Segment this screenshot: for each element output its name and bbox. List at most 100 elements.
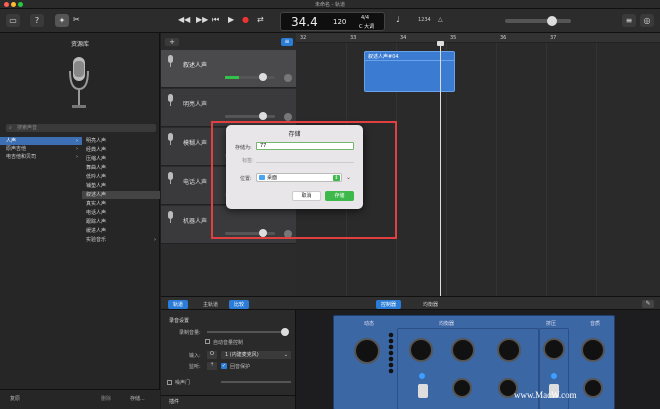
compressor-light[interactable] [551,373,557,379]
add-track-button[interactable]: + [165,38,179,46]
category-acoustic-guitar[interactable]: 原声吉他 › [6,145,82,153]
dynamics-knob[interactable] [354,338,380,364]
library-panel: 资源库 ⌕ 搜索声音 人声 › 原声吉他 › 电吉他和贝司 › 明亮人声 经典人声 压… [0,33,160,409]
microphone-track-icon [164,133,177,146]
library-item[interactable]: 铺垫人声 [86,182,106,190]
library-toggle-button[interactable]: ▭ [6,14,20,27]
recording-settings: 录音设置 录制音量: 自动音量控制 输入: O 1 (内建麦克风) ⌄ 监听: ⇡… [161,310,296,409]
panel-header: 挤压 [546,321,557,327]
metronome-icon[interactable]: △ [438,16,443,23]
eq-toggle-switch[interactable] [418,384,428,398]
track-name: 机器人声 [183,218,208,225]
input-channel-button[interactable]: O [207,351,217,359]
library-title: 资源库 [70,41,89,48]
eq-toggle-light[interactable] [419,373,425,379]
ruler-tick: 33 [350,35,357,41]
volume-knob[interactable] [259,112,267,120]
rewind-button[interactable]: ◀◀ [178,15,190,25]
chevron-right-icon: › [76,138,78,144]
grid-line [496,43,497,296]
playhead-handle[interactable] [437,41,444,46]
microphone-track-icon [164,55,177,68]
library-item[interactable]: 明亮人声 [86,137,106,145]
ruler-tick: 36 [500,35,507,41]
title-bar: 未命名 - 轨道 [0,0,660,9]
eq-mid-freq-knob[interactable] [452,378,472,398]
library-item[interactable]: 实验音乐 › [86,236,160,244]
notepad-button[interactable]: ≡ [622,14,636,27]
library-item[interactable]: 经典人声 [86,146,106,154]
category-vocals[interactable]: 人声 › [0,137,82,145]
track-name: 叙述人声 [183,62,208,69]
tuner-icon[interactable]: ♩ [396,15,400,25]
output-knob[interactable] [581,338,605,362]
track-volume-slider[interactable] [225,112,275,120]
volume-knob[interactable] [547,16,557,26]
tab-master-track[interactable]: 主轨道 [203,301,218,308]
track-row[interactable]: 叙述人声 [161,50,296,88]
go-to-start-button[interactable]: ⏮ [212,15,219,25]
search-placeholder: 搜索声音 [17,125,38,131]
feedback-label: 回音保护 [230,364,251,370]
track-name: 模糊人声 [183,140,208,147]
category-electric-guitar-bass[interactable]: 电吉他和贝司 › [6,153,82,161]
library-item-selected[interactable]: 叙述人声 [82,191,160,199]
save-button[interactable]: 存储... [130,395,145,402]
pan-knob[interactable] [284,113,292,121]
library-item-label: 实验音乐 [86,237,107,243]
compressor-knob[interactable] [543,338,565,360]
library-item[interactable]: 低吟人声 [86,173,106,181]
key-display: C 大调 [359,24,375,30]
track-volume-slider[interactable] [225,73,275,81]
revert-button[interactable]: 复原 [10,395,20,402]
pan-knob[interactable] [284,74,292,82]
eq-mid-knob[interactable] [451,338,475,362]
tab-track[interactable]: 轨道 [168,300,189,309]
info-button[interactable]: ✎ [642,300,654,308]
library-item[interactable]: 缓进人声 [86,227,106,235]
level-meter [225,76,239,79]
volume-knob[interactable] [259,73,267,81]
playhead[interactable] [440,41,441,296]
library-item[interactable]: 舞曲人声 [86,164,106,172]
eq-high-knob[interactable] [497,338,521,362]
library-item[interactable]: 压缩人声 [86,155,106,163]
play-button[interactable]: ▶ [228,15,234,25]
ruler[interactable]: 32 33 34 35 36 37 [296,33,660,43]
tab-compare[interactable]: 比较 [229,300,250,309]
tab-eq[interactable]: 均衡器 [423,301,438,308]
audio-region[interactable]: 叙述人声#04 [364,51,455,92]
watermark-text: www.MacW.com [514,390,577,400]
smart-tempo-button[interactable]: ≡ [281,38,293,46]
library-item[interactable]: 电话人声 [86,209,106,217]
slider-knob[interactable] [281,328,289,336]
help-button[interactable]: ? [30,14,44,27]
fast-forward-button[interactable]: ▶▶ [196,15,208,25]
grid-line [546,43,547,296]
scissors-icon[interactable]: ✂ [73,15,80,25]
eq-low-knob[interactable] [409,338,433,362]
input-select[interactable]: 1 (内建麦克风) ⌄ [221,351,291,359]
record-button[interactable]: ● [242,15,249,25]
window-title: 未命名 - 轨道 [315,2,345,8]
reverb-knob[interactable] [583,378,603,398]
library-search-field[interactable]: ⌕ 搜索声音 [6,124,156,132]
auto-level-checkbox[interactable] [205,339,210,344]
tab-controls[interactable]: 控制器 [376,300,402,309]
feedback-checkbox[interactable]: ✓ [221,363,227,369]
lcd-display[interactable]: 34.4 120 4/4 C 大调 [280,12,385,31]
category-label: 人声 [6,138,17,144]
master-volume-slider[interactable] [505,16,571,26]
noise-gate-checkbox[interactable] [167,380,172,385]
library-item[interactable]: 真实人声 [86,200,106,208]
smart-controls-button[interactable]: ✦ [55,14,69,27]
count-in-button[interactable]: 1234 [418,17,431,23]
noise-gate-slider[interactable] [221,381,291,383]
delete-button[interactable]: 删除 [101,395,111,402]
loop-browser-button[interactable]: ◎ [640,14,654,27]
record-level-slider[interactable] [207,328,289,336]
ruler-tick: 37 [550,35,557,41]
library-item[interactable]: 跟踪人声 [86,218,106,226]
cycle-button[interactable]: ⇄ [257,15,264,25]
monitor-toggle[interactable]: ⇡ [207,362,217,370]
